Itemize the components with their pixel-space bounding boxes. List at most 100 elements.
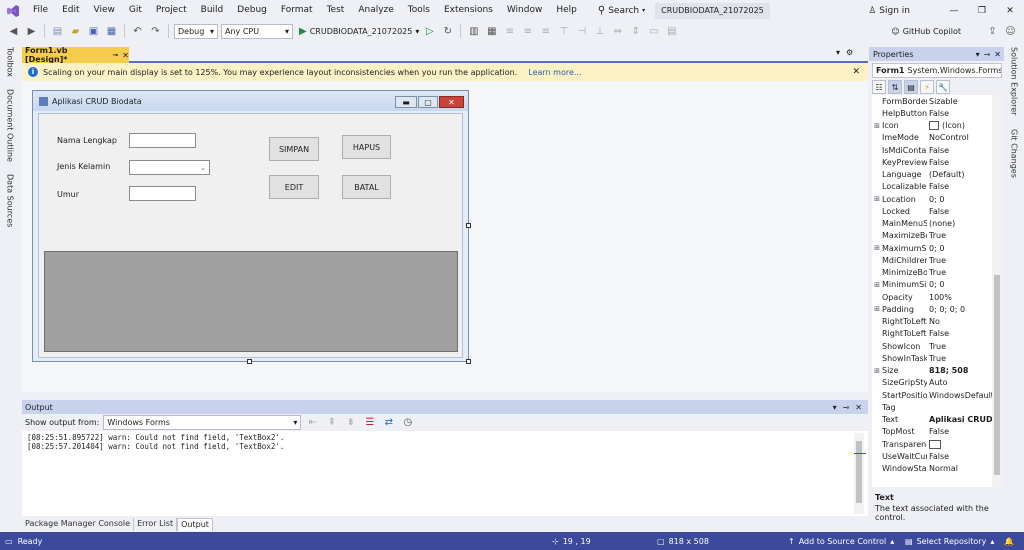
tab-package-manager-console[interactable]: Package Manager Console <box>22 518 135 531</box>
property-value[interactable]: False <box>927 146 992 155</box>
property-row[interactable]: HelpButton False <box>872 107 992 119</box>
open-folder-icon[interactable]: ▰ <box>68 24 83 39</box>
menu-item-file[interactable]: File <box>26 0 55 21</box>
property-value[interactable]: WindowsDefaultLocation <box>927 391 992 400</box>
settings-gear-icon[interactable]: ⚙ <box>846 48 853 57</box>
menu-item-view[interactable]: View <box>87 0 122 21</box>
property-value[interactable]: (Icon) <box>927 121 992 131</box>
property-value[interactable]: 0; 0; 0; 0 <box>927 305 992 314</box>
expand-icon[interactable]: ⊞ <box>872 122 882 130</box>
property-value[interactable] <box>927 439 992 449</box>
expand-icon[interactable]: ⊞ <box>872 367 882 375</box>
property-row[interactable]: ⊞MinimumSize0; 0 <box>872 279 992 291</box>
close-tab-icon[interactable]: ✕ <box>122 51 129 60</box>
property-value[interactable]: 100% <box>927 293 992 302</box>
property-row[interactable]: ⊞ Location 0; 0 <box>872 193 992 205</box>
property-row[interactable]: IsMdiContainerFalse <box>872 144 992 156</box>
tab-output[interactable]: Output <box>177 518 213 531</box>
property-value[interactable]: NoControl <box>927 133 992 142</box>
property-value[interactable]: 0; 0 <box>927 244 992 253</box>
property-value[interactable]: True <box>927 342 992 351</box>
data-grid-view[interactable] <box>44 251 458 352</box>
restore-window-icon[interactable]: ❐ <box>968 6 996 16</box>
property-row[interactable]: Tag <box>872 401 992 413</box>
property-row[interactable]: Language (Default) <box>872 169 992 181</box>
panel-dropdown-icon[interactable]: ▾ <box>976 50 980 59</box>
resize-handle-bottom[interactable] <box>247 359 252 364</box>
spacing-vertical-icon[interactable]: ⇕ <box>628 24 643 39</box>
property-pages-icon[interactable]: 🔧 <box>936 80 950 94</box>
undo-icon[interactable]: ↶ <box>130 24 145 39</box>
expand-icon[interactable]: ⊞ <box>872 281 882 289</box>
edit-button[interactable]: EDIT <box>269 175 319 199</box>
property-row[interactable]: ShowInTaskbarTrue <box>872 352 992 364</box>
prev-message-icon[interactable]: ⇞ <box>324 415 339 430</box>
property-value[interactable]: False <box>927 329 992 338</box>
scrollbar-thumb[interactable] <box>856 441 862 503</box>
resize-handle-right[interactable] <box>466 223 471 228</box>
menu-item-build[interactable]: Build <box>194 0 231 21</box>
pin-icon[interactable]: ⊸ <box>843 403 850 412</box>
save-icon[interactable]: ▣ <box>86 24 101 39</box>
share-icon[interactable]: ⇪ <box>985 24 1000 39</box>
textbox-nama[interactable] <box>129 133 196 148</box>
property-value[interactable]: Aplikasi CRUD Biodata <box>927 415 992 424</box>
find-message-icon[interactable]: ⇤ <box>305 415 320 430</box>
add-to-source-control-button[interactable]: ↑ Add to Source Control ▴ <box>788 537 894 546</box>
menu-item-test[interactable]: Test <box>320 0 352 21</box>
properties-object-selector[interactable]: Form1 System.Windows.Forms.F ▾ <box>872 63 1002 78</box>
menu-item-window[interactable]: Window <box>500 0 550 21</box>
property-value[interactable]: Normal <box>927 464 992 473</box>
property-value[interactable]: False <box>927 182 992 191</box>
side-tab-toolbox[interactable]: Toolbox <box>6 47 15 77</box>
property-row[interactable]: TopMost False <box>872 426 992 438</box>
property-value[interactable]: (none) <box>927 219 992 228</box>
align-left-icon[interactable]: ≡ <box>502 24 517 39</box>
combobox-jenis-kelamin[interactable]: ⌄ <box>129 160 210 175</box>
start-debugging-button[interactable]: ▶ CRUDBIODATA_21072025 ▾ <box>299 26 419 37</box>
menu-item-format[interactable]: Format <box>274 0 320 21</box>
property-row[interactable]: Text Aplikasi CRUD Biodata <box>872 414 992 426</box>
property-row[interactable]: MinimizeBoxTrue <box>872 267 992 279</box>
hot-reload-icon[interactable]: ↻ <box>440 24 455 39</box>
new-project-icon[interactable]: ▤ <box>50 24 65 39</box>
redo-icon[interactable]: ↷ <box>148 24 163 39</box>
solution-name-badge[interactable]: CRUDBIODATA_21072025 <box>655 2 770 19</box>
resize-handle-corner[interactable] <box>466 359 471 364</box>
layout-icon[interactable]: ▥ <box>466 24 481 39</box>
form-window[interactable]: Aplikasi CRUD Biodata ▬ ▢ ✕ Nama Lengkap… <box>32 90 469 362</box>
expand-icon[interactable]: ⊞ <box>872 244 882 252</box>
property-row[interactable]: Localizable False <box>872 181 992 193</box>
configuration-dropdown[interactable]: Debug ▾ <box>174 23 218 39</box>
search-button[interactable]: ⚲ Search ▾ <box>592 5 651 16</box>
property-value[interactable]: 0; 0 <box>927 280 992 289</box>
output-source-dropdown[interactable]: Windows Forms ▾ <box>103 415 302 430</box>
tab-form1-design[interactable]: Form1.vb [Design]* ⊸ ✕ <box>22 46 129 64</box>
align-bottom-icon[interactable]: ⊥ <box>592 24 607 39</box>
align-middle-icon[interactable]: ⊣ <box>574 24 589 39</box>
close-window-icon[interactable]: ✕ <box>996 6 1024 16</box>
property-row[interactable]: SizeGripStyleAuto <box>872 377 992 389</box>
next-message-icon[interactable]: ⇟ <box>343 415 358 430</box>
tab-error-list[interactable]: Error List <box>134 518 178 531</box>
scrollbar-thumb[interactable] <box>994 275 1000 475</box>
menu-item-git[interactable]: Git <box>122 0 149 21</box>
timestamp-icon[interactable]: ◷ <box>400 415 415 430</box>
forward-icon[interactable]: ▶ <box>24 24 39 39</box>
properties-scrollbar[interactable] <box>992 95 1002 487</box>
property-row[interactable]: FormBorderStyleSizable <box>872 95 992 107</box>
side-tab-solution-explorer[interactable]: Solution Explorer <box>1010 47 1019 115</box>
learn-more-link[interactable]: Learn more... <box>528 68 581 77</box>
batal-button[interactable]: BATAL <box>342 175 391 199</box>
menu-item-project[interactable]: Project <box>149 0 194 21</box>
tab-dropdown-icon[interactable]: ▾ <box>836 48 840 57</box>
expand-icon[interactable]: ⊞ <box>872 305 882 313</box>
align-top-icon[interactable]: ⊤ <box>556 24 571 39</box>
spacing-icon[interactable]: ⇔ <box>610 24 625 39</box>
property-row[interactable]: ImeMode NoControl <box>872 132 992 144</box>
property-value[interactable]: (Default) <box>927 170 992 179</box>
hapus-button[interactable]: HAPUS <box>342 135 391 159</box>
back-icon[interactable]: ◀ <box>6 24 21 39</box>
menu-item-help[interactable]: Help <box>549 0 584 21</box>
property-row[interactable]: TransparencyKey <box>872 438 992 450</box>
